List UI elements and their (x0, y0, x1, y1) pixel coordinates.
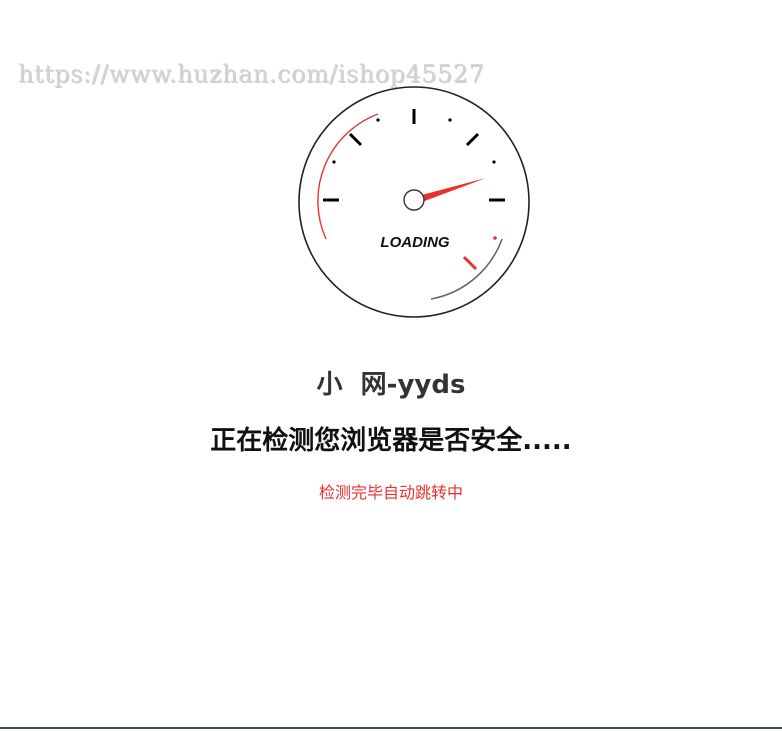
gauge-red-arc (317, 113, 379, 240)
gauge-tick (348, 132, 363, 147)
redirect-status-text: 检测完毕自动跳转中 (318, 483, 463, 502)
gauge-label: LOADING (380, 234, 449, 251)
speedometer-gauge: LOADING (296, 84, 532, 320)
gauge-hub (403, 189, 425, 211)
gauge-tick (465, 132, 480, 147)
site-title: 小 网-yyds (316, 370, 466, 400)
gauge-minor-dot (376, 118, 380, 122)
security-check-headline: 正在检测您浏览器是否安全..... (210, 426, 572, 456)
gauge-tick-red (462, 255, 478, 271)
gauge-needle (414, 178, 486, 205)
gauge-minor-dot (492, 160, 496, 164)
gauge-minor-dot-red (493, 236, 497, 240)
speedometer-graphic: LOADING (298, 86, 530, 318)
bottom-divider (0, 727, 782, 729)
gauge-minor-dot (448, 118, 452, 122)
gauge-minor-dot (332, 160, 336, 164)
